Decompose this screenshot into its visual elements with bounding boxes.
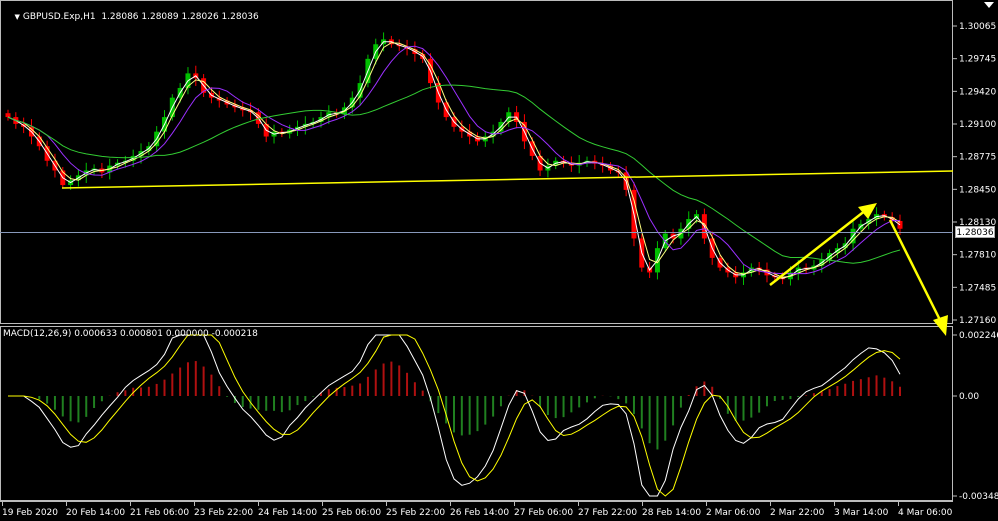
time-tick-label: 25 Feb 06:00 — [322, 508, 381, 518]
macd-axis: 0.002246 0.00 -0.003487 — [953, 331, 998, 502]
chart-canvas[interactable]: 1.30065 1.29745 1.29420 1.29100 1.28775 1.284… — [0, 0, 998, 521]
time-tick-label: 23 Feb 22:00 — [194, 508, 253, 518]
down-arrow-head — [933, 315, 948, 336]
down-arrow-shaft — [888, 219, 942, 321]
macd-title: MACD(12,26,9) 0.000633 0.000801 0.000000… — [3, 329, 258, 339]
price-tick-label: 1.29745 — [959, 55, 996, 65]
macd-tick-label: -0.003487 — [959, 492, 998, 502]
time-tick-label: 24 Feb 14:00 — [258, 508, 317, 518]
time-tick-label: 20 Feb 14:00 — [66, 508, 125, 518]
macd-tick-label: 0.002246 — [959, 331, 998, 341]
price-tick-label: 1.28450 — [959, 185, 996, 195]
up-arrow-shaft — [769, 209, 867, 286]
symbol-title: ▼ GBPUSD.Exp,H1 1.28086 1.28089 1.28026 1… — [3, 2, 259, 32]
price-tick-label: 1.30065 — [959, 22, 996, 32]
time-tick-label: 28 Feb 14:00 — [642, 508, 701, 518]
current-price-tag: 1.28036 — [955, 226, 995, 238]
time-tick-label: 27 Feb 06:00 — [514, 508, 573, 518]
time-tick-label: 2 Mar 06:00 — [706, 508, 761, 518]
time-tick-label: 4 Mar 06:00 — [898, 508, 953, 518]
chart-window[interactable]: 1.30065 1.29745 1.29420 1.29100 1.28775 1.284… — [0, 0, 998, 521]
candle-body — [5, 113, 11, 118]
time-axis: 19 Feb 2020 20 Feb 14:00 21 Feb 06:00 23 Fe… — [2, 501, 953, 518]
time-tick-label: 21 Feb 06:00 — [130, 508, 189, 518]
price-axis: 1.30065 1.29745 1.29420 1.29100 1.28775 1.284… — [953, 22, 996, 326]
annotations — [0, 170, 954, 336]
ma-fast-line — [7, 41, 901, 279]
price-tick-label: 1.27485 — [959, 283, 996, 293]
ma-slow-line — [7, 45, 900, 275]
time-tick-label: 25 Feb 22:00 — [386, 508, 445, 518]
time-tick-label: 26 Feb 14:00 — [450, 508, 509, 518]
time-tick-label: 2 Mar 22:00 — [770, 508, 825, 518]
time-tick-label: 19 Feb 2020 — [2, 508, 58, 518]
time-tick-label: 27 Feb 22:00 — [578, 508, 637, 518]
macd-tick-label: 0.00 — [959, 392, 979, 402]
time-tick-label: 3 Mar 14:00 — [834, 508, 889, 518]
support-trendline — [61, 170, 954, 189]
moving-averages — [7, 41, 901, 279]
corner-triangle-icon[interactable] — [984, 2, 994, 8]
ma-mid-line — [7, 42, 901, 278]
price-tick-label: 1.27160 — [959, 316, 996, 326]
price-tick-label: 1.28775 — [959, 153, 996, 163]
candles — [5, 32, 903, 286]
dropdown-triangle-icon[interactable]: ▼ — [14, 13, 19, 21]
price-panel-frame — [0, 0, 953, 324]
price-tick-label: 1.29100 — [959, 120, 996, 130]
symbol-title-text: GBPUSD.Exp,H1 1.28086 1.28089 1.28026 1.… — [22, 12, 259, 22]
price-tick-label: 1.27810 — [959, 251, 996, 261]
price-tick-label: 1.29420 — [959, 87, 996, 97]
